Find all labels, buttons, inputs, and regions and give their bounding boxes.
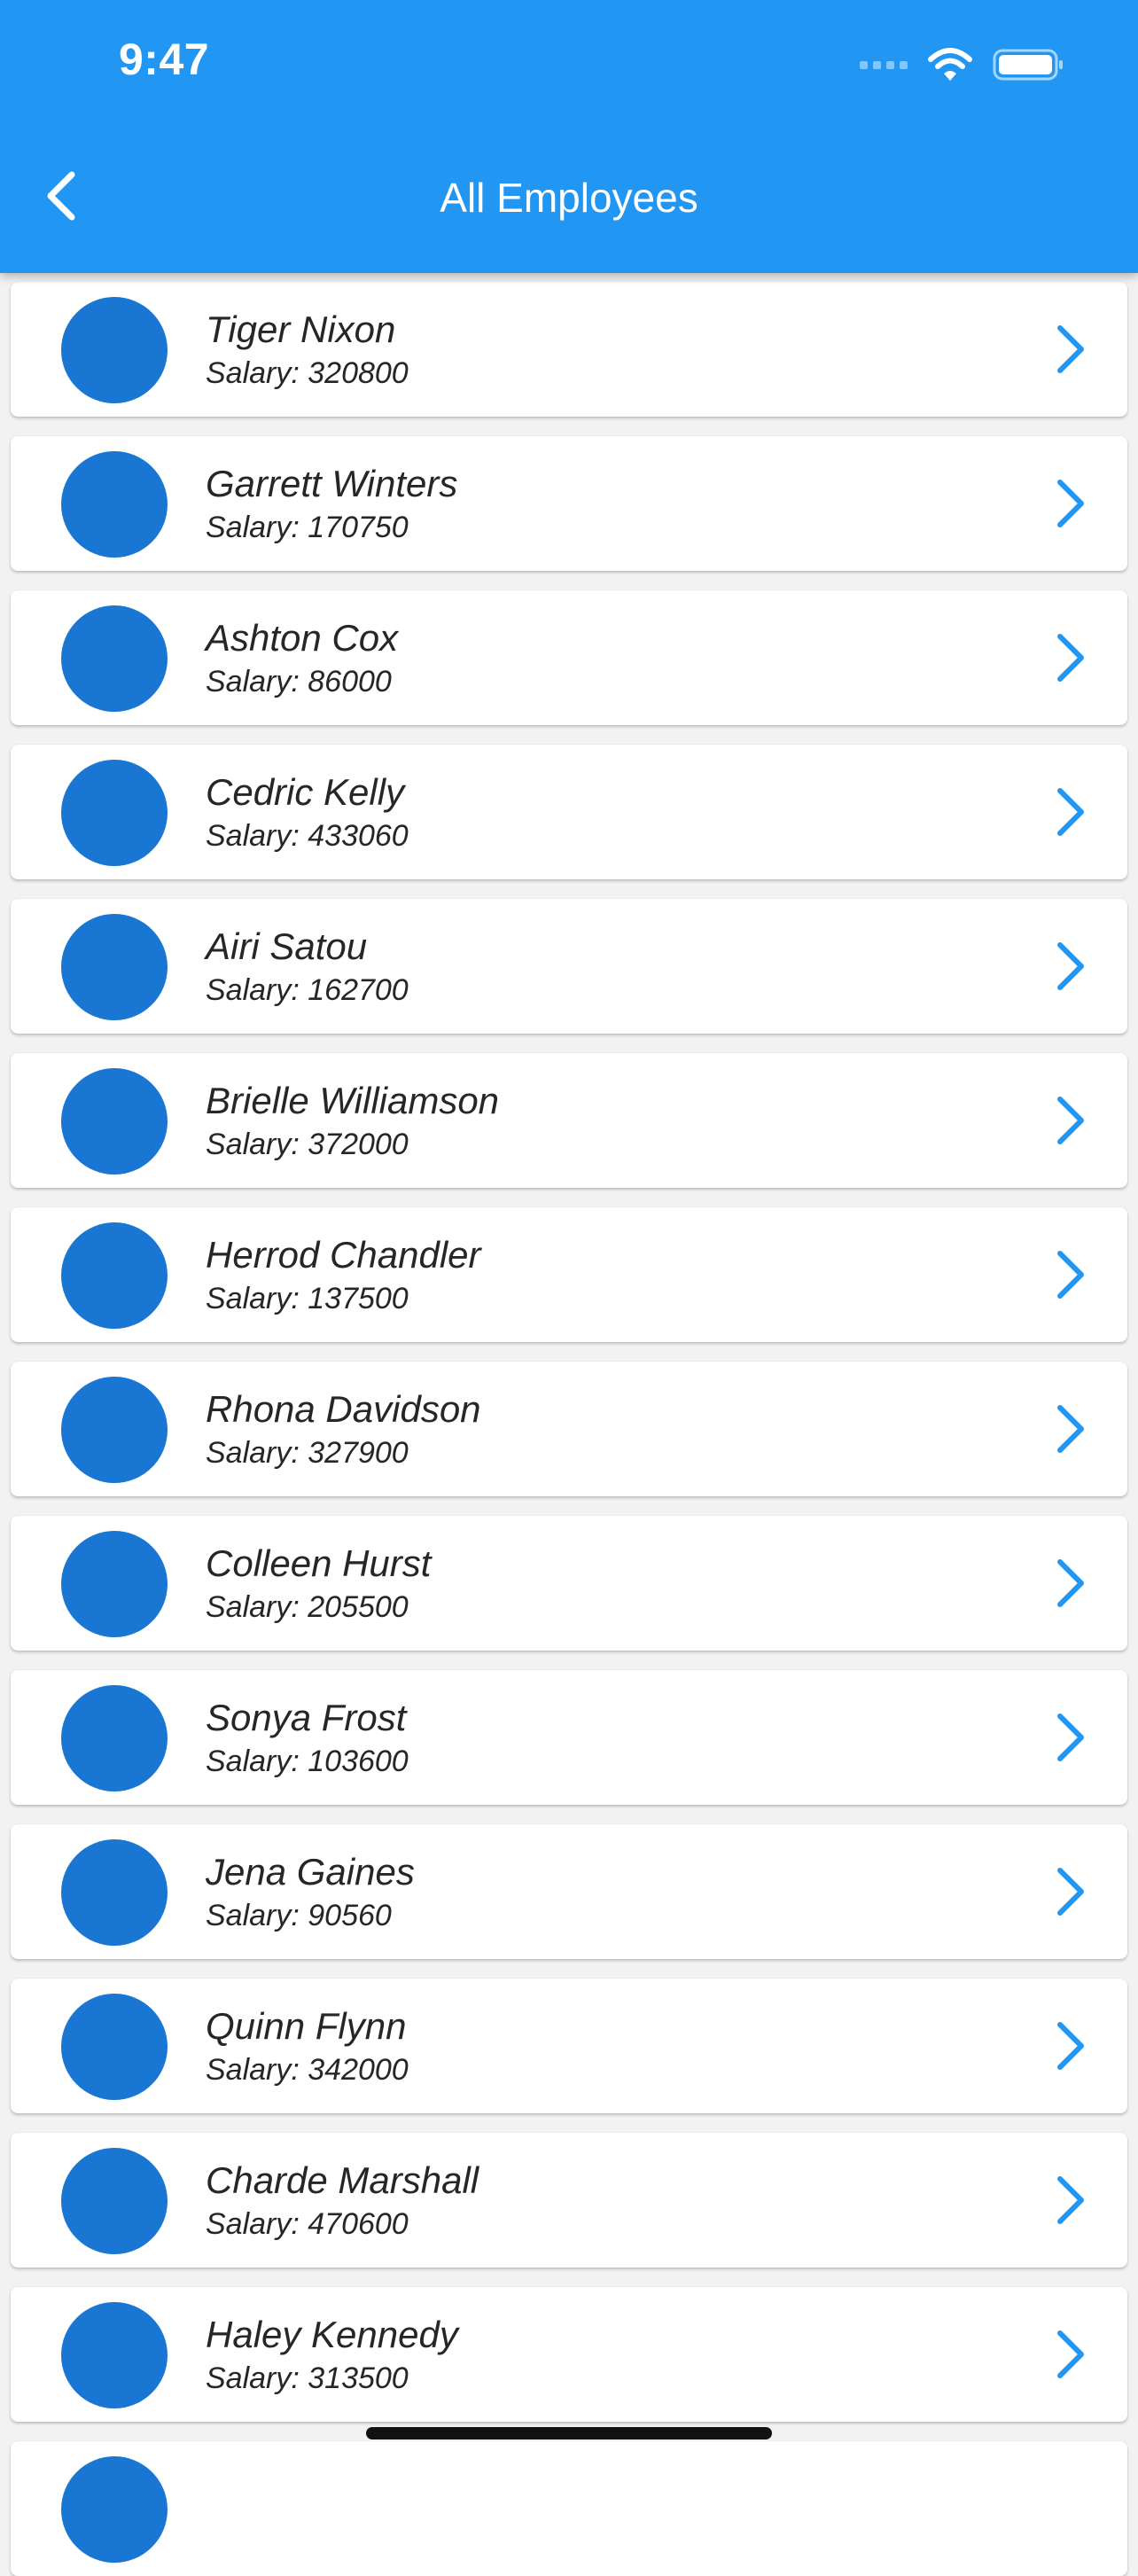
employee-name: Quinn Flynn	[206, 2005, 407, 2047]
status-icons	[860, 43, 1065, 87]
avatar	[61, 1068, 168, 1175]
avatar	[61, 760, 168, 866]
avatar	[61, 451, 168, 558]
employee-card[interactable]: Charde Marshall Salary: 470600	[11, 2133, 1127, 2268]
employee-card[interactable]: Jena Gaines Salary: 90560	[11, 1824, 1127, 1959]
employee-card[interactable]: Quinn Flynn Salary: 342000	[11, 1979, 1127, 2113]
avatar	[61, 1994, 168, 2100]
cellular-signal-icon	[860, 60, 908, 69]
employee-name: Sonya Frost	[206, 1697, 407, 1738]
battery-icon	[993, 49, 1063, 81]
employee-salary: Salary: 86000	[206, 665, 392, 699]
employee-salary: Salary: 342000	[206, 2053, 409, 2087]
employee-salary: Salary: 137500	[206, 1282, 409, 1315]
employee-card[interactable]: Cedric Kelly Salary: 433060	[11, 745, 1127, 879]
avatar	[61, 914, 168, 1020]
employee-card[interactable]: Brielle Williamson Salary: 372000	[11, 1053, 1127, 1188]
avatar	[61, 605, 168, 712]
employee-card[interactable]: Herrod Chandler Salary: 137500	[11, 1207, 1127, 1342]
employee-name: Herrod Chandler	[206, 1234, 481, 1276]
employee-name: Cedric Kelly	[206, 771, 405, 813]
employee-card[interactable]: Haley Kennedy Salary: 313500	[11, 2287, 1127, 2422]
employee-salary: Salary: 205500	[206, 1590, 409, 1624]
employee-name: Haley Kennedy	[206, 2314, 458, 2355]
employee-salary: Salary: 470600	[206, 2207, 409, 2241]
employee-salary: Salary: 327900	[206, 1436, 409, 1470]
chevron-right-icon	[1044, 1094, 1097, 1147]
page-title: All Employees	[440, 175, 698, 221]
employee-name: Charde Marshall	[206, 2159, 479, 2201]
employee-name: Ashton Cox	[206, 617, 399, 659]
chevron-right-icon	[1044, 631, 1097, 684]
wifi-icon	[928, 48, 972, 81]
employee-name: Airi Satou	[206, 925, 368, 967]
home-indicator	[366, 2427, 772, 2439]
avatar	[61, 2148, 168, 2254]
employee-salary: Salary: 313500	[206, 2361, 409, 2395]
employee-name: Rhona Davidson	[206, 1388, 481, 1430]
employee-card[interactable]: Colleen Hurst Salary: 205500	[11, 1516, 1127, 1651]
avatar	[61, 1685, 168, 1791]
employee-salary: Salary: 162700	[206, 973, 409, 1007]
employee-card[interactable]: Tiger Nixon Salary: 320800	[11, 282, 1127, 417]
employee-salary: Salary: 103600	[206, 1745, 409, 1778]
chevron-right-icon	[1044, 477, 1097, 530]
employee-name: Tiger Nixon	[206, 308, 396, 350]
employee-card[interactable]: Airi Satou Salary: 162700	[11, 899, 1127, 1034]
chevron-right-icon	[1044, 2328, 1097, 2381]
employee-card[interactable]: Sonya Frost Salary: 103600	[11, 1670, 1127, 1805]
employee-salary: Salary: 433060	[206, 819, 409, 853]
chevron-right-icon	[1044, 785, 1097, 839]
employee-name: Colleen Hurst	[206, 1542, 432, 1584]
chevron-right-icon	[1044, 2019, 1097, 2073]
status-time: 9:47	[119, 35, 210, 84]
chevron-right-icon	[1044, 1402, 1097, 1456]
avatar	[61, 1377, 168, 1483]
avatar	[61, 2302, 168, 2408]
employee-salary: Salary: 372000	[206, 1128, 409, 1161]
employee-card[interactable]: Garrett Winters Salary: 170750	[11, 436, 1127, 571]
avatar	[61, 297, 168, 403]
chevron-right-icon	[1044, 1711, 1097, 1764]
employee-name: Jena Gaines	[206, 1851, 415, 1893]
chevron-right-icon	[1044, 2174, 1097, 2227]
chevron-right-icon	[1044, 1865, 1097, 1918]
employee-name: Garrett Winters	[206, 463, 458, 504]
avatar	[61, 2456, 168, 2563]
employee-card[interactable]: Rhona Davidson Salary: 327900	[11, 1362, 1127, 1496]
app-bar: 9:47 All Employees	[0, 0, 1138, 273]
employee-card[interactable]: Ashton Cox Salary: 86000	[11, 590, 1127, 725]
chevron-right-icon	[1044, 1248, 1097, 1301]
employee-salary: Salary: 90560	[206, 1899, 392, 1932]
avatar	[61, 1531, 168, 1637]
employee-card[interactable]	[11, 2441, 1127, 2576]
chevron-right-icon	[1044, 323, 1097, 376]
chevron-right-icon	[1044, 1557, 1097, 1610]
chevron-right-icon	[1044, 940, 1097, 993]
employee-salary: Salary: 170750	[206, 511, 409, 544]
avatar	[61, 1839, 168, 1946]
avatar	[61, 1222, 168, 1329]
employee-salary: Salary: 320800	[206, 356, 409, 390]
employee-name: Brielle Williamson	[206, 1080, 500, 1121]
